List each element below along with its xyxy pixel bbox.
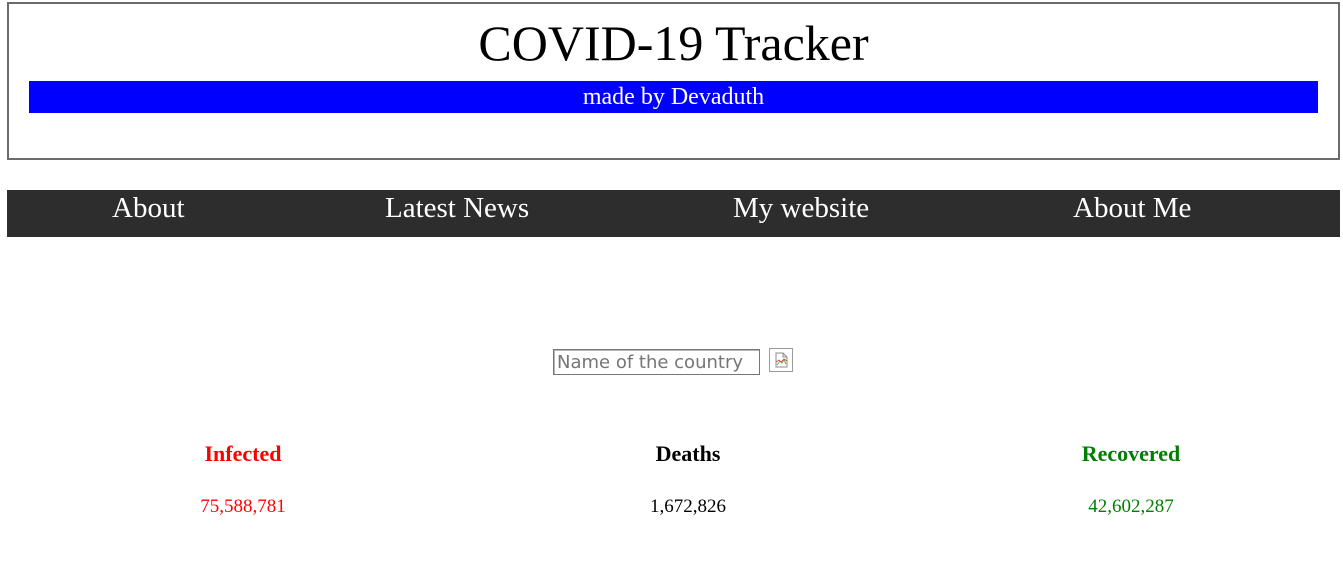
broken-image-icon — [775, 352, 788, 368]
deaths-stat: Deaths 1,672,826 — [538, 440, 838, 519]
nav-link-my-website[interactable]: My website — [733, 190, 869, 228]
nav-link-latest-news[interactable]: Latest News — [385, 190, 529, 228]
navbar: About Latest News My website About Me — [7, 190, 1340, 237]
header: COVID-19 Tracker made by Devaduth — [7, 2, 1340, 160]
page-title: COVID-19 Tracker — [478, 15, 869, 71]
nav-link-about[interactable]: About — [112, 190, 185, 228]
deaths-count: 1,672,826 — [650, 496, 726, 517]
recovered-label: Recovered — [1081, 441, 1181, 466]
recovered-count: 42,602,287 — [1088, 496, 1174, 517]
search-button[interactable] — [769, 348, 793, 372]
infected-stat: Infected 75,588,781 — [93, 440, 393, 519]
deaths-label: Deaths — [655, 441, 721, 466]
country-search-input[interactable] — [553, 349, 760, 375]
infected-label: Infected — [204, 441, 282, 466]
author-banner: made by Devaduth — [29, 81, 1318, 113]
infected-count: 75,588,781 — [200, 496, 286, 517]
recovered-stat: Recovered 42,602,287 — [981, 440, 1281, 519]
nav-link-about-me[interactable]: About Me — [1073, 190, 1191, 228]
